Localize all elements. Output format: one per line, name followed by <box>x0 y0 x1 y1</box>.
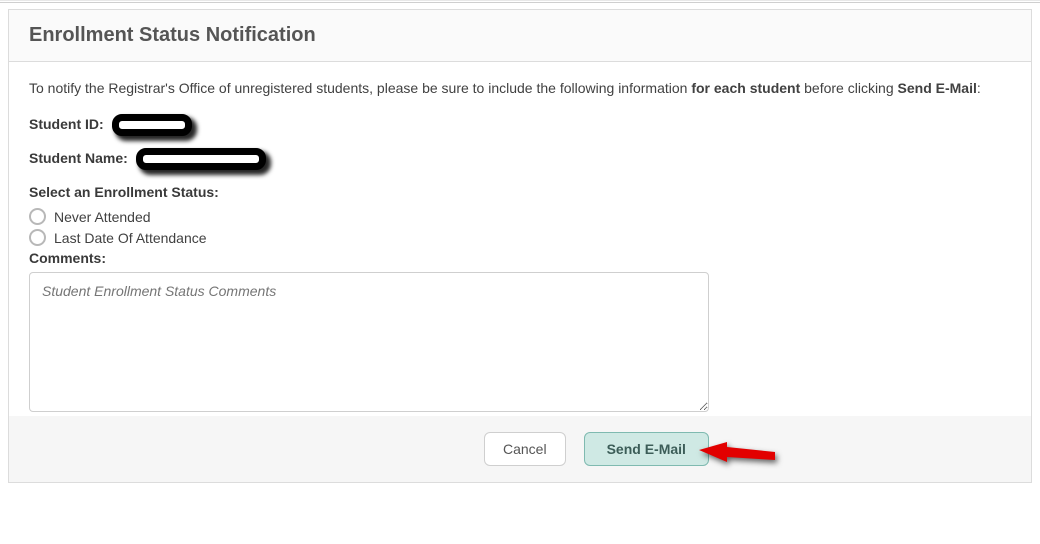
panel-header: Enrollment Status Notification <box>9 10 1031 62</box>
radio-icon <box>29 208 46 225</box>
student-id-redacted <box>112 114 192 136</box>
radio-label: Never Attended <box>54 209 151 225</box>
radio-icon <box>29 229 46 246</box>
comments-label: Comments: <box>29 250 1011 266</box>
enrollment-notification-panel: Enrollment Status Notification To notify… <box>8 9 1032 483</box>
send-email-button[interactable]: Send E-Mail <box>584 432 709 466</box>
student-id-label: Student ID: <box>29 116 104 132</box>
annotation-arrow-icon <box>699 438 779 473</box>
radio-last-date-attendance[interactable]: Last Date Of Attendance <box>29 229 1011 246</box>
radio-label: Last Date Of Attendance <box>54 230 207 246</box>
comments-textarea[interactable] <box>29 272 709 412</box>
cancel-button[interactable]: Cancel <box>484 432 566 466</box>
page-title: Enrollment Status Notification <box>29 24 1011 47</box>
intro-text: To notify the Registrar's Office of unre… <box>29 80 1011 96</box>
panel-footer: Cancel Send E-Mail <box>9 416 1031 482</box>
radio-never-attended[interactable]: Never Attended <box>29 208 1011 225</box>
student-name-redacted <box>136 148 266 170</box>
student-name-label: Student Name: <box>29 150 128 166</box>
enrollment-status-label: Select an Enrollment Status: <box>29 184 1011 200</box>
